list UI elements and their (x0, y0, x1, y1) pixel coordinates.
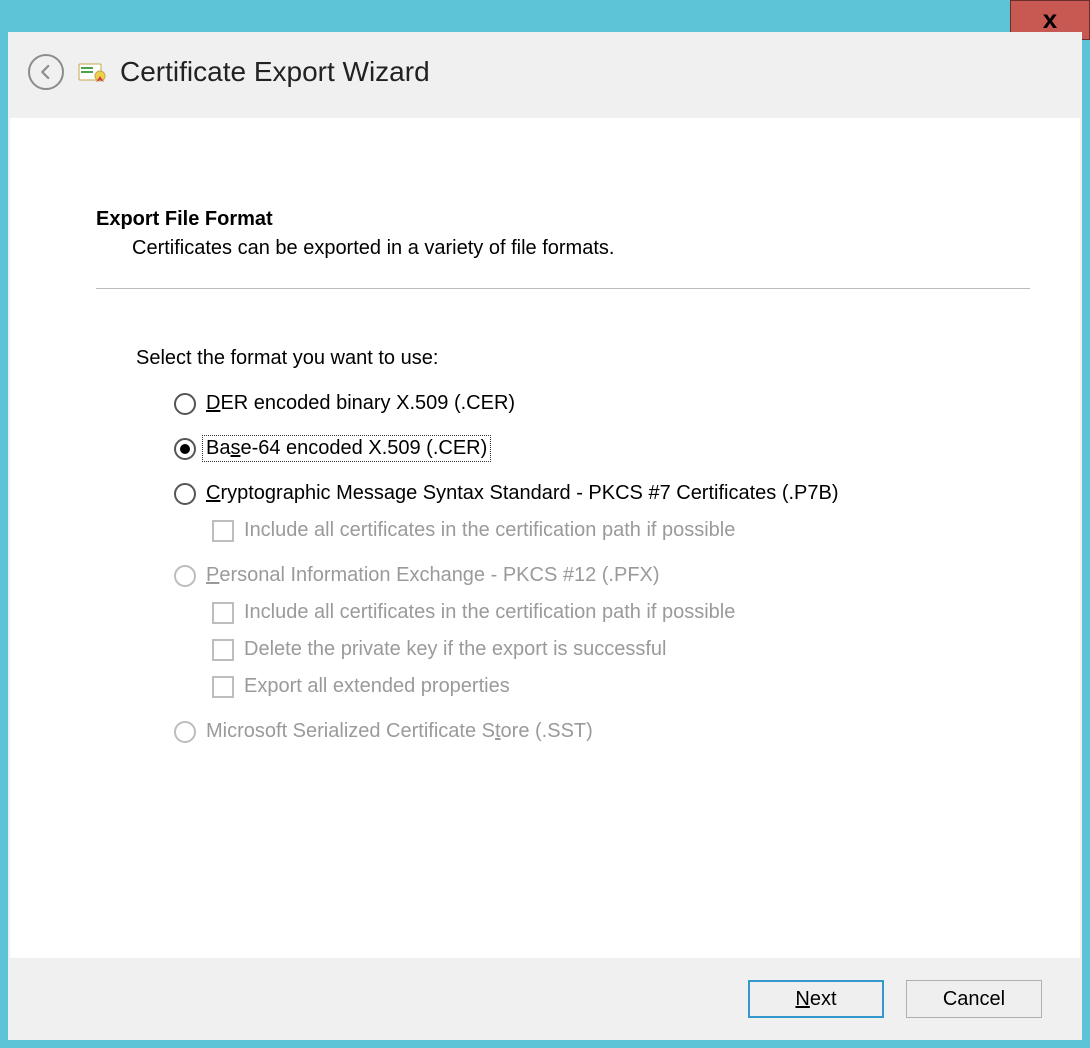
window-frame: x Certificate Export Wizard Export File … (0, 0, 1090, 1048)
arrow-left-icon (37, 63, 55, 81)
radio-sst-label: Microsoft Serialized Certificate Store (… (206, 720, 593, 743)
check-pkcs7-include-label: Include all certificates in the certific… (244, 519, 735, 542)
header: Certificate Export Wizard (8, 32, 1082, 112)
checkbox-icon (212, 520, 234, 542)
pkcs7-subchecks: Include all certificates in the certific… (212, 519, 1080, 542)
radio-pfx: Personal Information Exchange - PKCS #12… (174, 564, 1080, 587)
radio-der-label: DER encoded binary X.509 (.CER) (206, 392, 515, 415)
radio-icon (174, 483, 196, 505)
certificate-icon (78, 60, 106, 84)
radio-icon (174, 393, 196, 415)
check-pfx-extprops-label: Export all extended properties (244, 675, 510, 698)
checkbox-icon (212, 639, 234, 661)
section-title: Export File Format (96, 208, 1032, 231)
section-header: Export File Format Certificates can be e… (96, 208, 1032, 260)
format-options: DER encoded binary X.509 (.CER) Base-64 … (174, 392, 1080, 743)
radio-base64[interactable]: Base-64 encoded X.509 (.CER) (174, 437, 1080, 460)
section-description: Certificates can be exported in a variet… (132, 237, 1032, 260)
checkbox-icon (212, 602, 234, 624)
cancel-button[interactable]: Cancel (906, 980, 1042, 1018)
content-area: Export File Format Certificates can be e… (10, 118, 1080, 958)
pfx-subchecks: Include all certificates in the certific… (212, 601, 1080, 698)
radio-icon (174, 438, 196, 460)
back-button[interactable] (28, 54, 64, 90)
check-pfx-include-label: Include all certificates in the certific… (244, 601, 735, 624)
radio-pkcs7[interactable]: Cryptographic Message Syntax Standard - … (174, 482, 1080, 505)
check-pfx-extprops: Export all extended properties (212, 675, 1080, 698)
radio-sst: Microsoft Serialized Certificate Store (… (174, 720, 1080, 743)
check-pfx-delete-label: Delete the private key if the export is … (244, 638, 666, 661)
radio-pkcs7-label: Cryptographic Message Syntax Standard - … (206, 482, 839, 505)
wizard-panel: Certificate Export Wizard Export File Fo… (8, 32, 1082, 1040)
radio-pfx-label: Personal Information Exchange - PKCS #12… (206, 564, 660, 587)
radio-icon (174, 721, 196, 743)
format-prompt: Select the format you want to use: (136, 347, 1080, 370)
next-button[interactable]: Next (748, 980, 884, 1018)
checkbox-icon (212, 676, 234, 698)
radio-der[interactable]: DER encoded binary X.509 (.CER) (174, 392, 1080, 415)
radio-icon (174, 565, 196, 587)
check-pfx-delete: Delete the private key if the export is … (212, 638, 1080, 661)
divider (96, 288, 1030, 289)
wizard-title: Certificate Export Wizard (120, 56, 430, 88)
footer: Next Cancel (10, 958, 1080, 1040)
check-pfx-include: Include all certificates in the certific… (212, 601, 1080, 624)
radio-base64-label: Base-64 encoded X.509 (.CER) (202, 435, 491, 462)
check-pkcs7-include: Include all certificates in the certific… (212, 519, 1080, 542)
